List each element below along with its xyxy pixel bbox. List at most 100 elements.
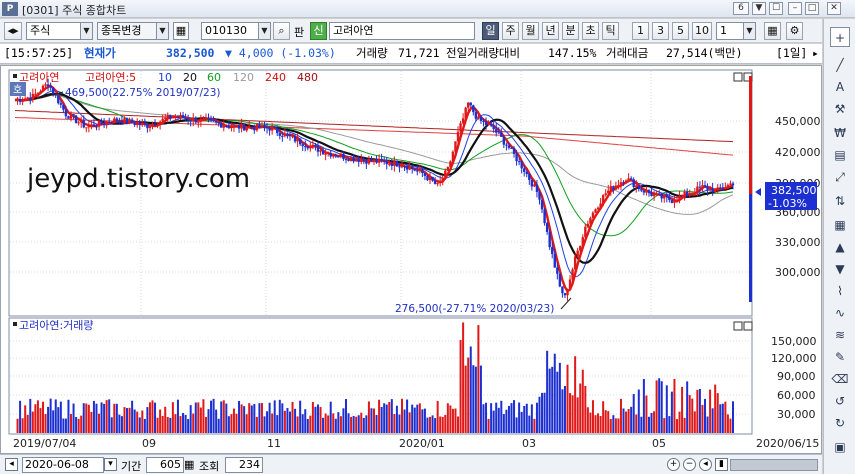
date-dropdown-icon[interactable]: ▾	[104, 458, 117, 471]
volume-bar	[681, 386, 684, 433]
stock-code-input[interactable]: 010130	[201, 22, 259, 40]
lookup-icon[interactable]: ▦	[184, 458, 194, 471]
zoom-in-tool-icon[interactable]: ▲	[830, 237, 850, 257]
crosshair-tool-icon[interactable]: +	[830, 27, 850, 47]
period-minute-button[interactable]: 분	[562, 22, 579, 40]
volume-bar	[273, 400, 276, 433]
settings-icon[interactable]: ⚙	[786, 22, 803, 40]
zoom-out-tool-icon[interactable]: ▼	[830, 259, 850, 279]
candle-body	[502, 136, 506, 145]
volume-bar	[714, 384, 717, 433]
period-input[interactable]: 605	[146, 457, 184, 473]
scroll-arrow-icon[interactable]: ▸	[812, 44, 819, 63]
trend-tool-icon[interactable]: ⤢	[830, 167, 850, 187]
interval-10-button[interactable]: 10	[692, 22, 712, 40]
chart-tool-icon[interactable]: ▤	[830, 145, 850, 165]
stock-change-dropdown-icon[interactable]: ▼	[156, 22, 169, 40]
undo-tool-icon[interactable]: ↺	[830, 391, 850, 411]
candle-body	[706, 186, 709, 190]
auto-tool-icon[interactable]: ⇅	[830, 191, 850, 211]
volume-bar	[576, 397, 579, 433]
scroll-bar-icon[interactable]: ▮	[715, 458, 728, 471]
market-dropdown-icon[interactable]: ▼	[80, 22, 93, 40]
save-tool-icon[interactable]: ▣	[830, 437, 850, 457]
period-month-button[interactable]: 월	[522, 22, 539, 40]
legend-ma480[interactable]: 480	[297, 71, 318, 84]
price-tick: 330,000	[775, 236, 821, 249]
period-tick-button[interactable]: 틱	[602, 22, 619, 40]
zoom-in-circle-icon[interactable]: +	[667, 458, 680, 471]
pencil-tool-icon[interactable]: ✎	[830, 347, 850, 367]
lookup-count-input[interactable]: 234	[225, 457, 263, 473]
close-icon[interactable]: ✕	[827, 2, 841, 15]
wave-tool-icon[interactable]: ∿	[830, 303, 850, 323]
candle-body	[472, 105, 475, 113]
volume-bar	[367, 401, 370, 433]
horizontal-scrollbar[interactable]	[730, 459, 818, 471]
volume-bar	[207, 409, 210, 433]
redo-tool-icon[interactable]: ↻	[830, 413, 850, 433]
chart-area[interactable]: 고려아연 고려아연:5 10 20 60 120 240 480 호 469,5…	[0, 65, 822, 454]
text-tool-icon[interactable]: A	[830, 77, 850, 97]
volume-bar	[467, 357, 470, 433]
badge-button[interactable]: 6	[733, 2, 749, 15]
volume-bar	[635, 414, 638, 433]
volume-bar	[566, 364, 569, 433]
layout-tool-icon[interactable]: ▦	[830, 215, 850, 235]
price-tool-icon[interactable]: ₩	[830, 123, 850, 143]
dropdown-icon[interactable]: ▼	[752, 2, 766, 15]
market-select[interactable]: 주식	[26, 22, 81, 40]
split-icon[interactable]: ▦	[173, 22, 189, 40]
candle-body	[298, 138, 302, 145]
volume-bar	[156, 417, 159, 433]
nav-arrows-icon[interactable]: ◂▸	[4, 22, 22, 40]
fibo-tool-icon[interactable]: ≋	[830, 325, 850, 345]
legend-ma5[interactable]: 고려아연:5	[85, 71, 136, 84]
volume-bar	[614, 418, 617, 433]
interval-5-button[interactable]: 5	[672, 22, 689, 40]
interval-dropdown-icon[interactable]: ▼	[743, 22, 756, 40]
candle-body	[79, 120, 83, 123]
candle-body	[151, 124, 154, 127]
volume-legend[interactable]: 고려아연:거래량	[19, 319, 94, 332]
zoom-fit-circle-icon[interactable]: ◂	[699, 458, 712, 471]
minimize-icon[interactable]: –	[788, 2, 802, 15]
x-tick: 05	[652, 437, 666, 450]
volume-bar	[548, 368, 551, 433]
base-date-input[interactable]: 2020-06-08	[22, 457, 104, 473]
volume-bar	[350, 416, 353, 433]
legend-ma120[interactable]: 120	[233, 71, 254, 84]
restore-icon[interactable]: ☐	[769, 2, 783, 15]
candle-body	[612, 186, 615, 190]
legend-ma60[interactable]: 60	[207, 71, 221, 84]
stock-change-button[interactable]: 종목변경	[97, 22, 157, 40]
wrench-tool-icon[interactable]: ⚒	[830, 99, 850, 119]
volume-bar	[683, 417, 686, 433]
bar-tool-icon[interactable]: ⌇	[830, 281, 850, 301]
candle-body	[520, 161, 523, 169]
grid-icon[interactable]: ▦	[764, 22, 781, 40]
search-icon[interactable]: ⌕	[273, 22, 290, 40]
interval-3-button[interactable]: 3	[652, 22, 669, 40]
volume-bar	[222, 400, 225, 433]
stock-code-dropdown-icon[interactable]: ▼	[258, 22, 271, 40]
prev-date-icon[interactable]: ◂	[5, 458, 18, 471]
volume-bar	[42, 401, 45, 433]
eraser-tool-icon[interactable]: ⌫	[830, 369, 850, 389]
maximize-icon[interactable]: □	[805, 2, 819, 15]
period-week-button[interactable]: 주	[502, 22, 519, 40]
amount-label: 거래대금	[606, 46, 649, 60]
candle-body	[87, 125, 91, 128]
legend-ma240[interactable]: 240	[265, 71, 286, 84]
legend-ma10[interactable]: 10	[158, 71, 172, 84]
legend-ma20[interactable]: 20	[183, 71, 197, 84]
interval-input[interactable]: 1	[716, 22, 744, 40]
candle-body	[388, 163, 391, 165]
interval-1-button[interactable]: 1	[632, 22, 649, 40]
period-second-button[interactable]: 초	[582, 22, 599, 40]
zoom-out-circle-icon[interactable]: −	[683, 458, 696, 471]
period-year-button[interactable]: 년	[542, 22, 559, 40]
period-day-button[interactable]: 일	[482, 22, 499, 40]
candle-body	[120, 121, 124, 124]
line-tool-icon[interactable]: ╱	[830, 55, 850, 75]
